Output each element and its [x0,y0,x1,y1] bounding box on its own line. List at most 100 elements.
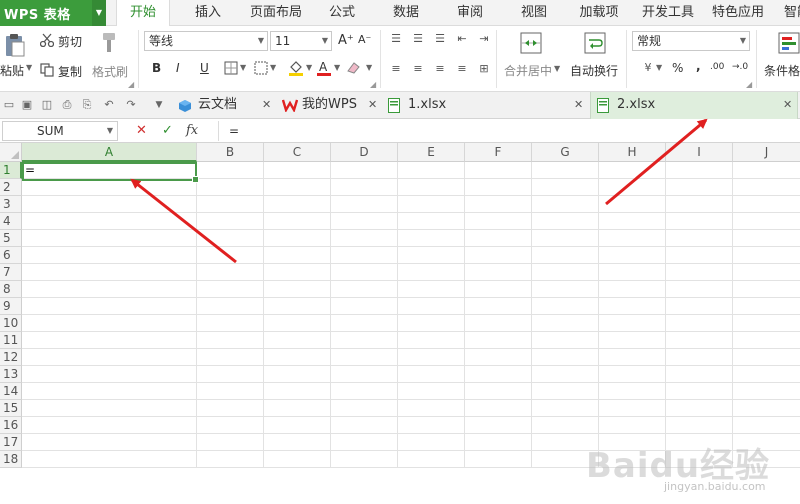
cell-a10[interactable] [22,315,197,332]
tab-data[interactable]: 数据 [386,0,426,26]
cell-i2[interactable] [666,179,733,196]
align-top-icon[interactable]: ☰ [388,32,404,46]
cell-g11[interactable] [532,332,599,349]
decrease-decimal-button[interactable]: →.0 [732,62,748,72]
cell-f7[interactable] [465,264,532,281]
cell-i14[interactable] [666,383,733,400]
cell-e2[interactable] [398,179,465,196]
row-header-5[interactable]: 5 [0,230,22,247]
cell-j9[interactable] [733,298,800,315]
cell-g9[interactable] [532,298,599,315]
align-left-icon[interactable]: ≡ [388,62,404,76]
select-all-button[interactable] [0,143,22,162]
cell-g17[interactable] [532,434,599,451]
distributed-icon[interactable]: ⊞ [476,62,492,76]
cell-d16[interactable] [331,417,398,434]
cell-a2[interactable] [22,179,197,196]
cell-j18[interactable] [733,451,800,468]
cell-i5[interactable] [666,230,733,247]
cell-f5[interactable] [465,230,532,247]
cell-j4[interactable] [733,213,800,230]
cell-i12[interactable] [666,349,733,366]
cell-b10[interactable] [197,315,264,332]
column-header-c[interactable]: C [264,143,331,162]
cell-h4[interactable] [599,213,666,230]
wrap-text-button[interactable]: 自动换行 [570,62,618,79]
cell-i8[interactable] [666,281,733,298]
cell-d8[interactable] [331,281,398,298]
cell-a16[interactable] [22,417,197,434]
cell-g3[interactable] [532,196,599,213]
cell-g2[interactable] [532,179,599,196]
cell-e15[interactable] [398,400,465,417]
number-launcher-icon[interactable]: ◢ [746,80,752,89]
cell-h18[interactable] [599,451,666,468]
cell-f4[interactable] [465,213,532,230]
cell-b3[interactable] [197,196,264,213]
cell-f14[interactable] [465,383,532,400]
cell-d18[interactable] [331,451,398,468]
cell-e10[interactable] [398,315,465,332]
clear-format-icon[interactable] [346,61,362,75]
cell-e11[interactable] [398,332,465,349]
cell-g8[interactable] [532,281,599,298]
cell-j15[interactable] [733,400,800,417]
cell-d17[interactable] [331,434,398,451]
column-header-e[interactable]: E [398,143,465,162]
cell-f17[interactable] [465,434,532,451]
font-color-dropdown-icon[interactable]: ▼ [334,63,340,72]
cell-d15[interactable] [331,400,398,417]
cell-a7[interactable] [22,264,197,281]
row-header-2[interactable]: 2 [0,179,22,196]
cell-f9[interactable] [465,298,532,315]
cell-h9[interactable] [599,298,666,315]
cell-c4[interactable] [264,213,331,230]
font-color-icon[interactable]: A [316,59,332,77]
font-shrink-button[interactable]: A⁻ [358,33,371,46]
cell-a3[interactable] [22,196,197,213]
row-header-13[interactable]: 13 [0,366,22,383]
cell-h2[interactable] [599,179,666,196]
cell-d7[interactable] [331,264,398,281]
folder-icon[interactable]: ▭ [2,98,16,112]
close-icon[interactable]: ✕ [574,92,583,118]
cell-a15[interactable] [22,400,197,417]
cell-i6[interactable] [666,247,733,264]
column-header-b[interactable]: B [197,143,264,162]
column-header-j[interactable]: J [733,143,800,162]
conditional-format-button[interactable]: 条件格 [764,62,800,79]
cell-e3[interactable] [398,196,465,213]
cell-h15[interactable] [599,400,666,417]
spreadsheet-grid[interactable]: A B C D E F G H I J 1 = 2 3 4 5 6 7 8 9 10 11 12 13 14 15 16 17 18 [0,143,800,504]
row-header-10[interactable]: 10 [0,315,22,332]
cell-g15[interactable] [532,400,599,417]
column-header-f[interactable]: F [465,143,532,162]
number-format-select[interactable]: 常规 ▼ [632,31,750,51]
cell-f16[interactable] [465,417,532,434]
fill-color-dropdown-icon[interactable]: ▼ [306,63,312,72]
cell-c8[interactable] [264,281,331,298]
cell-i10[interactable] [666,315,733,332]
cell-g5[interactable] [532,230,599,247]
align-center-icon[interactable]: ≡ [410,62,426,76]
row-header-16[interactable]: 16 [0,417,22,434]
cell-c10[interactable] [264,315,331,332]
font-name-select[interactable]: 等线 ▼ [144,31,268,51]
cell-j16[interactable] [733,417,800,434]
column-header-i[interactable]: I [666,143,733,162]
close-icon[interactable]: ✕ [368,92,377,118]
cell-h17[interactable] [599,434,666,451]
row-header-3[interactable]: 3 [0,196,22,213]
cell-i16[interactable] [666,417,733,434]
cell-c1[interactable] [264,162,331,179]
cell-f13[interactable] [465,366,532,383]
cell-c6[interactable] [264,247,331,264]
undo-icon[interactable]: ↶ [102,98,116,112]
row-header-18[interactable]: 18 [0,451,22,468]
cell-b14[interactable] [197,383,264,400]
paste-button[interactable]: 粘贴 [0,62,24,79]
merge-center-dropdown-icon[interactable]: ▼ [554,64,560,73]
cell-e5[interactable] [398,230,465,247]
cell-h3[interactable] [599,196,666,213]
cell-i1[interactable] [666,162,733,179]
